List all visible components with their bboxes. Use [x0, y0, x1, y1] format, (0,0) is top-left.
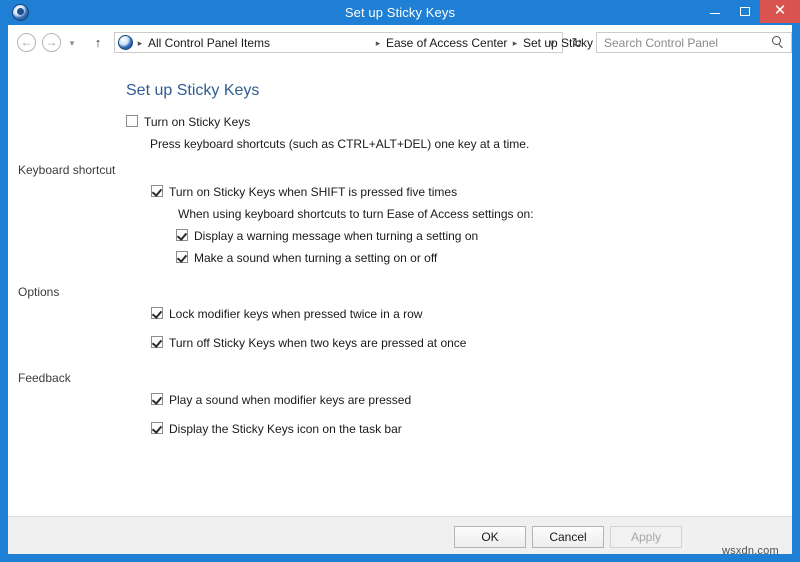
breadcrumb-item-all-control-panel-items[interactable]: All Control Panel Items [148, 35, 270, 51]
title-bar: Set up Sticky Keys ✕ [0, 0, 800, 25]
up-arrow-icon[interactable]: ↑ [90, 34, 106, 51]
recent-locations-icon[interactable]: ▾ [66, 38, 78, 50]
group-feedback: Feedback [18, 371, 668, 385]
checkbox-label: Turn off Sticky Keys when two keys are p… [169, 336, 467, 350]
breadcrumb-ease-of-access-icon [118, 35, 133, 50]
checkbox-label: Make a sound when turning a setting on o… [194, 251, 438, 265]
checkbox-box[interactable] [151, 185, 163, 197]
minimize-icon [710, 13, 720, 14]
search-icon [772, 36, 785, 49]
top-description: Press keyboard shortcuts (such as CTRL+A… [150, 137, 530, 151]
checkbox-label: Display the Sticky Keys icon on the task… [169, 422, 402, 436]
group-label: Options [18, 285, 66, 299]
breadcrumb-separator: ▸ [375, 38, 381, 48]
refresh-icon[interactable]: ↻ [568, 33, 586, 52]
checkbox-label: Turn on Sticky Keys [144, 115, 251, 129]
navigation-bar: ← → ▾ ↑ ▸ All Control Panel Items ▸ Ease… [8, 25, 792, 60]
search-box[interactable] [596, 32, 792, 53]
checkbox-box[interactable] [126, 115, 138, 127]
breadcrumb-separator: ▸ [137, 38, 143, 48]
checkbox-box[interactable] [151, 393, 163, 405]
forward-arrow-icon: → [45, 35, 58, 49]
minimize-button[interactable] [700, 0, 730, 23]
maximize-icon [740, 7, 750, 16]
window-title: Set up Sticky Keys [344, 5, 456, 20]
checkbox-box[interactable] [151, 422, 163, 434]
group-label: Keyboard shortcut [18, 163, 122, 177]
apply-button: Apply [610, 526, 682, 548]
search-input[interactable] [604, 35, 759, 50]
back-button[interactable]: ← [17, 33, 36, 52]
checkbox-label: Turn on Sticky Keys when SHIFT is presse… [169, 185, 458, 199]
breadcrumb-item-ease-of-access-center[interactable]: Ease of Access Center [386, 35, 507, 51]
breadcrumb-separator: ▸ [512, 38, 518, 48]
settings-content: Set up Sticky Keys Turn on Sticky Keys P… [8, 60, 792, 516]
maximize-button[interactable] [730, 0, 760, 23]
ok-button[interactable]: OK [454, 526, 526, 548]
checkbox-box[interactable] [151, 307, 163, 319]
control-panel-window: Set up Sticky Keys ✕ ← → ▾ ↑ ▸ All Contr… [0, 0, 800, 562]
forward-button[interactable]: → [42, 33, 61, 52]
dialog-button-bar: OK Cancel Apply [8, 516, 792, 554]
checkbox-label: Display a warning message when turning a… [194, 229, 479, 243]
page-title: Set up Sticky Keys [126, 82, 260, 99]
group-label: Feedback [18, 371, 77, 385]
checkbox-box[interactable] [176, 229, 188, 241]
back-arrow-icon: ← [20, 35, 33, 49]
group-options: Options [18, 285, 668, 299]
keyboard-shortcut-note: When using keyboard shortcuts to turn Ea… [178, 207, 534, 221]
close-icon: ✕ [773, 2, 787, 19]
checkbox-label: Play a sound when modifier keys are pres… [169, 393, 412, 407]
checkbox-box[interactable] [151, 336, 163, 348]
watermark: wsxdn.com [722, 545, 779, 557]
checkbox-label: Lock modifier keys when pressed twice in… [169, 307, 423, 321]
checkbox-box[interactable] [176, 251, 188, 263]
group-divider [18, 378, 668, 379]
cancel-button[interactable]: Cancel [532, 526, 604, 548]
close-button[interactable]: ✕ [760, 0, 800, 23]
chevron-down-icon[interactable]: ∨ [546, 36, 558, 51]
group-divider [18, 292, 668, 293]
group-keyboard-shortcut: Keyboard shortcut [18, 163, 668, 177]
breadcrumb[interactable]: ▸ All Control Panel Items ▸ Ease of Acce… [114, 32, 623, 53]
